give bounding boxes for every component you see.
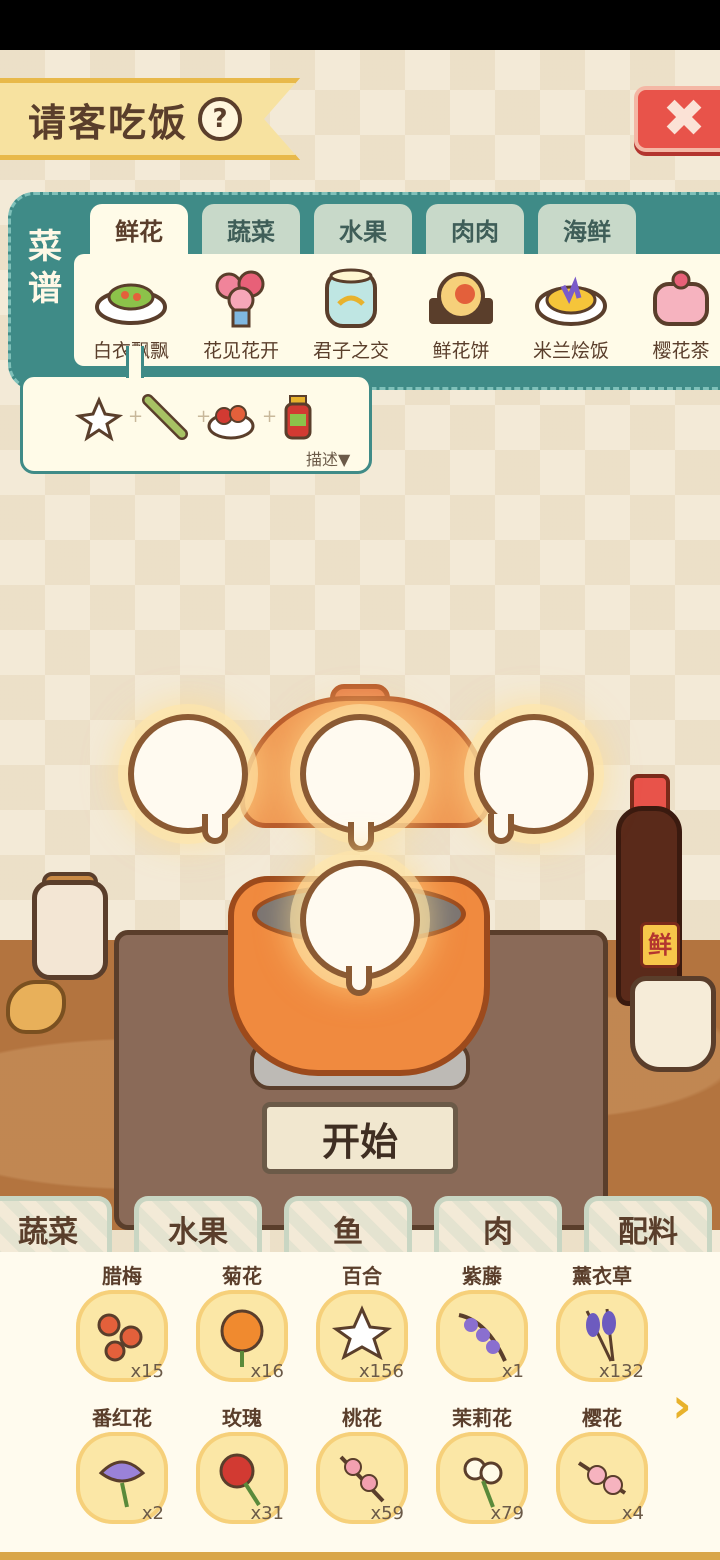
bottle-label: 鲜 (640, 922, 680, 968)
dish-item[interactable]: 花见花开 (186, 260, 296, 364)
slot-pointer (348, 822, 374, 852)
flower-bouquet-icon (203, 264, 279, 330)
ingredient-name: 菊花 (222, 1264, 262, 1288)
ingredient-count: x59 (370, 1503, 404, 1524)
close-icon: ✖ (662, 89, 706, 149)
tab-fruit[interactable]: 水果 (314, 204, 412, 254)
sauce-bottle-icon (276, 392, 326, 442)
inventory-item[interactable]: 菊花 x16 (186, 1262, 298, 1402)
category-tab-vegetables[interactable]: 蔬菜 (0, 1196, 112, 1256)
ingredient-slot-1[interactable] (128, 714, 248, 834)
ingredient-name: 腊梅 (102, 1264, 142, 1288)
saffron-icon: x2 (76, 1432, 168, 1524)
ingredient-name: 玫瑰 (222, 1406, 262, 1430)
wintersweet-icon: x15 (76, 1290, 168, 1382)
category-tab-seasoning[interactable]: 配料 (584, 1196, 712, 1256)
inventory-item[interactable]: 紫藤 x1 (426, 1262, 538, 1402)
dish-name: 樱花茶 (652, 340, 710, 362)
ingredient-count: x4 (621, 1503, 644, 1524)
slot-pointer (346, 966, 372, 996)
ingredient-name: 茉莉花 (452, 1406, 512, 1430)
inventory-item[interactable]: 茉莉花 x79 (426, 1404, 538, 1544)
rose-icon: x31 (196, 1432, 288, 1524)
sakura-tea-icon (643, 264, 719, 330)
inventory-item[interactable]: 腊梅 x15 (66, 1262, 178, 1402)
ingredient-count: x16 (250, 1361, 284, 1382)
risotto-icon (533, 264, 609, 330)
ingredient-name: 紫藤 (462, 1264, 502, 1288)
start-cooking-button[interactable]: 开始 (262, 1102, 458, 1174)
ingredient-count: x79 (490, 1503, 524, 1524)
ingredient-count: x1 (501, 1361, 524, 1382)
inventory-item[interactable]: 桃花 x59 (306, 1404, 418, 1544)
slot-pointer (202, 814, 228, 844)
dish-item[interactable]: 樱花茶 (626, 260, 720, 364)
recipe-side-label: 菜 谱 (14, 226, 76, 356)
lily-icon: x156 (316, 1290, 408, 1382)
ingredient-name: 番红花 (92, 1406, 152, 1430)
asparagus-icon (140, 392, 190, 442)
ingredient-count: x156 (358, 1361, 404, 1382)
ingredient-count: x2 (141, 1503, 164, 1524)
slot-pointer (488, 814, 514, 844)
ingredient-name: 桃花 (342, 1406, 382, 1430)
title-banner: 请客吃饭 ? (0, 78, 300, 160)
dish-name: 米兰烩饭 (532, 340, 609, 362)
category-tab-fruit[interactable]: 水果 (134, 1196, 262, 1256)
jasmine-icon: x79 (436, 1432, 528, 1524)
goji-icon (206, 392, 256, 442)
plus-icon: + (262, 406, 278, 427)
ingredient-count: x15 (130, 1361, 164, 1382)
recipe-label-char-2: 谱 (28, 269, 62, 309)
inventory-item[interactable]: 百合 x156 (306, 1262, 418, 1402)
sugar-cup (630, 976, 716, 1072)
lavender-icon: x132 (556, 1290, 648, 1382)
ingredient-slot-2[interactable] (300, 714, 420, 834)
ingredient-name: 薰衣草 (572, 1264, 632, 1288)
ingredient-name: 樱花 (582, 1406, 622, 1430)
dish-name: 鲜花饼 (432, 340, 490, 362)
describe-toggle[interactable]: 描述▼ (306, 446, 350, 470)
help-button[interactable]: ? (198, 97, 243, 141)
inventory-item[interactable]: 樱花 x4 (546, 1404, 658, 1544)
dish-item[interactable]: 米兰烩饭 (516, 260, 626, 364)
tab-flowers[interactable]: 鲜花 (90, 204, 188, 254)
lily-icon (74, 392, 124, 442)
inventory-item[interactable]: 番红花 x2 (66, 1404, 178, 1544)
close-button[interactable]: ✖ (634, 86, 720, 152)
ingredient-count: x132 (598, 1361, 644, 1382)
tab-meat[interactable]: 肉肉 (426, 204, 524, 254)
category-tab-meat[interactable]: 肉 (434, 1196, 562, 1256)
peach-blossom-icon: x59 (316, 1432, 408, 1524)
inventory-item[interactable]: 玫瑰 x31 (186, 1404, 298, 1544)
ingredient-name: 百合 (342, 1264, 382, 1288)
wisteria-icon: x1 (436, 1290, 528, 1382)
recipe-label-char-1: 菜 (28, 227, 62, 267)
page-title: 请客吃饭 (28, 100, 189, 145)
salad-plate-icon (93, 264, 169, 330)
goji-jar (32, 880, 108, 980)
popup-pointer (126, 346, 144, 378)
ingredient-count: x31 (250, 1503, 284, 1524)
flower-pastry-icon (423, 264, 499, 330)
cherry-blossom-icon: x4 (556, 1432, 648, 1524)
dish-name: 花见花开 (202, 340, 279, 362)
tab-seafood[interactable]: 海鲜 (538, 204, 636, 254)
category-tab-fish[interactable]: 鱼 (284, 1196, 412, 1256)
inventory-item[interactable]: 薰衣草 x132 (546, 1262, 658, 1402)
tab-vegetables[interactable]: 蔬菜 (202, 204, 300, 254)
dish-item[interactable]: 鲜花饼 (406, 260, 516, 364)
dish-item[interactable]: 君子之交 (296, 260, 406, 364)
bottom-border (0, 1552, 720, 1560)
dish-name: 君子之交 (312, 340, 389, 362)
chrysanthemum-icon: x16 (196, 1290, 288, 1382)
status-bar (0, 0, 720, 50)
ingredient-slot-4[interactable] (300, 860, 420, 980)
jelly-cake-icon (313, 264, 389, 330)
chevron-right-icon[interactable]: › (672, 1382, 708, 1432)
